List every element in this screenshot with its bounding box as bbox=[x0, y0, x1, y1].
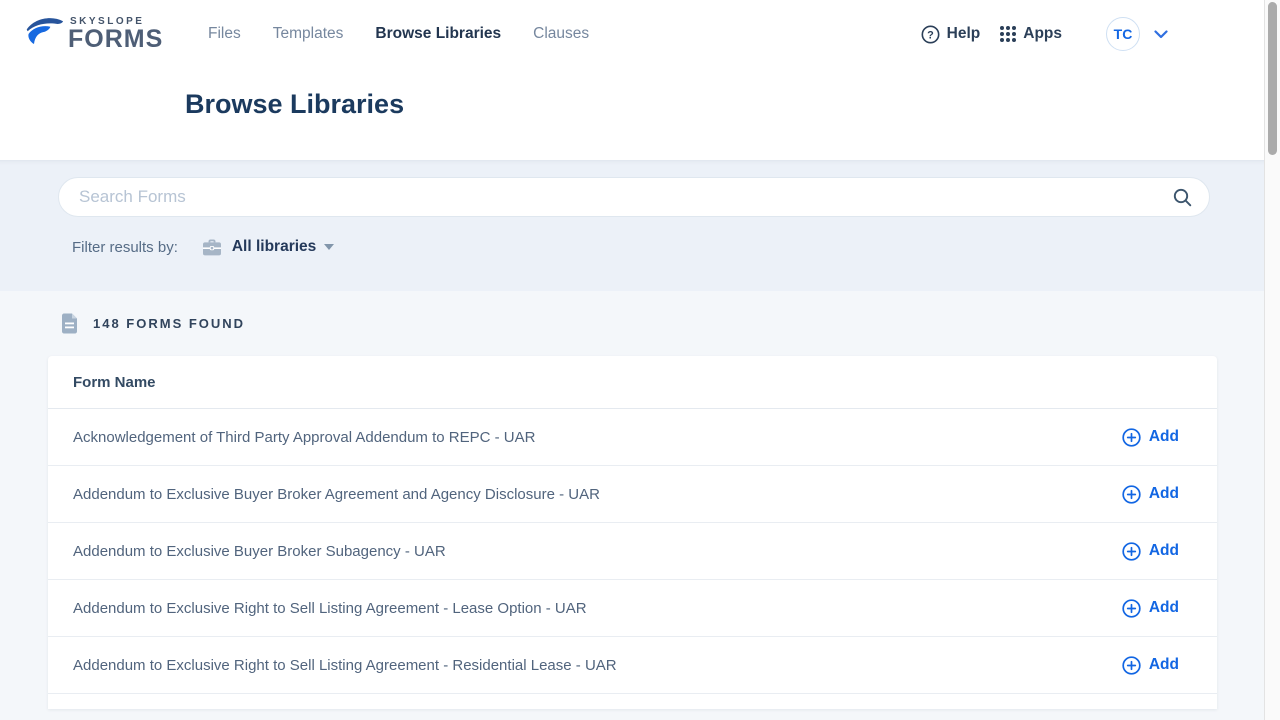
library-filter-dropdown[interactable]: All libraries bbox=[202, 238, 334, 256]
page-title-row: Browse Libraries bbox=[0, 89, 1280, 120]
forms-table-card: Form Name Acknowledgement of Third Party… bbox=[48, 356, 1217, 709]
add-button-label: Add bbox=[1149, 428, 1179, 446]
topbar: SKYSLOPE FORMS Files Templates Browse Li… bbox=[0, 0, 1280, 68]
add-button-label: Add bbox=[1149, 485, 1179, 503]
add-form-button[interactable]: Add bbox=[1122, 428, 1179, 447]
table-row[interactable]: Addendum to Exclusive Right to Sell List… bbox=[48, 580, 1217, 637]
page-title: Browse Libraries bbox=[185, 89, 1280, 120]
app-header: SKYSLOPE FORMS Files Templates Browse Li… bbox=[0, 0, 1280, 160]
results-section: 148 FORMS FOUND Form Name Acknowledgemen… bbox=[0, 291, 1280, 709]
help-icon: ? bbox=[921, 25, 940, 44]
table-row[interactable]: Addendum to Exclusive Buyer Broker Agree… bbox=[48, 466, 1217, 523]
add-form-button[interactable]: Add bbox=[1122, 599, 1179, 618]
results-count-text: 148 FORMS FOUND bbox=[93, 316, 245, 331]
table-row-partial bbox=[48, 694, 1217, 709]
add-button-label: Add bbox=[1149, 656, 1179, 674]
table-row[interactable]: Acknowledgement of Third Party Approval … bbox=[48, 409, 1217, 466]
plus-circle-icon bbox=[1122, 485, 1141, 504]
caret-down-icon bbox=[324, 244, 334, 250]
form-name: Acknowledgement of Third Party Approval … bbox=[73, 429, 535, 446]
svg-text:?: ? bbox=[927, 29, 934, 41]
help-label: Help bbox=[947, 25, 981, 43]
form-name: Addendum to Exclusive Right to Sell List… bbox=[73, 657, 617, 674]
form-name: Addendum to Exclusive Buyer Broker Agree… bbox=[73, 486, 600, 503]
table-header-row: Form Name bbox=[48, 356, 1217, 409]
logo-text: SKYSLOPE FORMS bbox=[68, 16, 163, 52]
plus-circle-icon bbox=[1122, 599, 1141, 618]
add-button-label: Add bbox=[1149, 542, 1179, 560]
filter-label: Filter results by: bbox=[72, 239, 178, 256]
form-name: Addendum to Exclusive Buyer Broker Subag… bbox=[73, 543, 446, 560]
vertical-scrollbar-track[interactable] bbox=[1264, 0, 1280, 720]
chevron-down-icon bbox=[1154, 30, 1168, 39]
nav-item-templates[interactable]: Templates bbox=[273, 25, 344, 43]
apps-button[interactable]: Apps bbox=[1000, 25, 1062, 43]
table-row[interactable]: Addendum to Exclusive Right to Sell List… bbox=[48, 637, 1217, 694]
account-menu-toggle[interactable] bbox=[1154, 30, 1168, 39]
search-input[interactable] bbox=[79, 187, 1172, 207]
help-button[interactable]: ? Help bbox=[921, 25, 981, 44]
add-form-button[interactable]: Add bbox=[1122, 656, 1179, 675]
briefcase-icon bbox=[202, 239, 222, 256]
search-section: Filter results by: All libraries bbox=[0, 160, 1280, 291]
nav-item-files[interactable]: Files bbox=[208, 25, 241, 43]
search-button[interactable] bbox=[1172, 187, 1193, 208]
add-form-button[interactable]: Add bbox=[1122, 485, 1179, 504]
search-box bbox=[58, 177, 1210, 217]
search-icon bbox=[1172, 187, 1193, 208]
table-row[interactable]: Addendum to Exclusive Buyer Broker Subag… bbox=[48, 523, 1217, 580]
skyslope-swoosh-icon bbox=[22, 14, 66, 54]
table-header-form-name: Form Name bbox=[73, 374, 156, 391]
plus-circle-icon bbox=[1122, 542, 1141, 561]
add-form-button[interactable]: Add bbox=[1122, 542, 1179, 561]
filter-selected-value: All libraries bbox=[232, 238, 316, 256]
form-name: Addendum to Exclusive Right to Sell List… bbox=[73, 600, 587, 617]
nav-item-clauses[interactable]: Clauses bbox=[533, 25, 589, 43]
main-nav: Files Templates Browse Libraries Clauses bbox=[208, 25, 589, 43]
apps-grid-icon bbox=[1000, 26, 1016, 42]
apps-label: Apps bbox=[1023, 25, 1062, 43]
nav-item-browse-libraries[interactable]: Browse Libraries bbox=[375, 25, 501, 43]
avatar[interactable]: TC bbox=[1106, 17, 1140, 51]
logo-text-forms: FORMS bbox=[68, 27, 163, 52]
plus-circle-icon bbox=[1122, 428, 1141, 447]
avatar-initials: TC bbox=[1114, 26, 1133, 42]
header-actions: ? Help Apps TC bbox=[921, 17, 1168, 51]
plus-circle-icon bbox=[1122, 656, 1141, 675]
filter-row: Filter results by: All libraries bbox=[72, 238, 1210, 256]
add-button-label: Add bbox=[1149, 599, 1179, 617]
results-count: 148 FORMS FOUND bbox=[0, 313, 1280, 334]
skyslope-logo[interactable]: SKYSLOPE FORMS bbox=[22, 14, 186, 54]
document-icon bbox=[61, 313, 78, 334]
vertical-scrollbar-thumb[interactable] bbox=[1268, 2, 1277, 155]
